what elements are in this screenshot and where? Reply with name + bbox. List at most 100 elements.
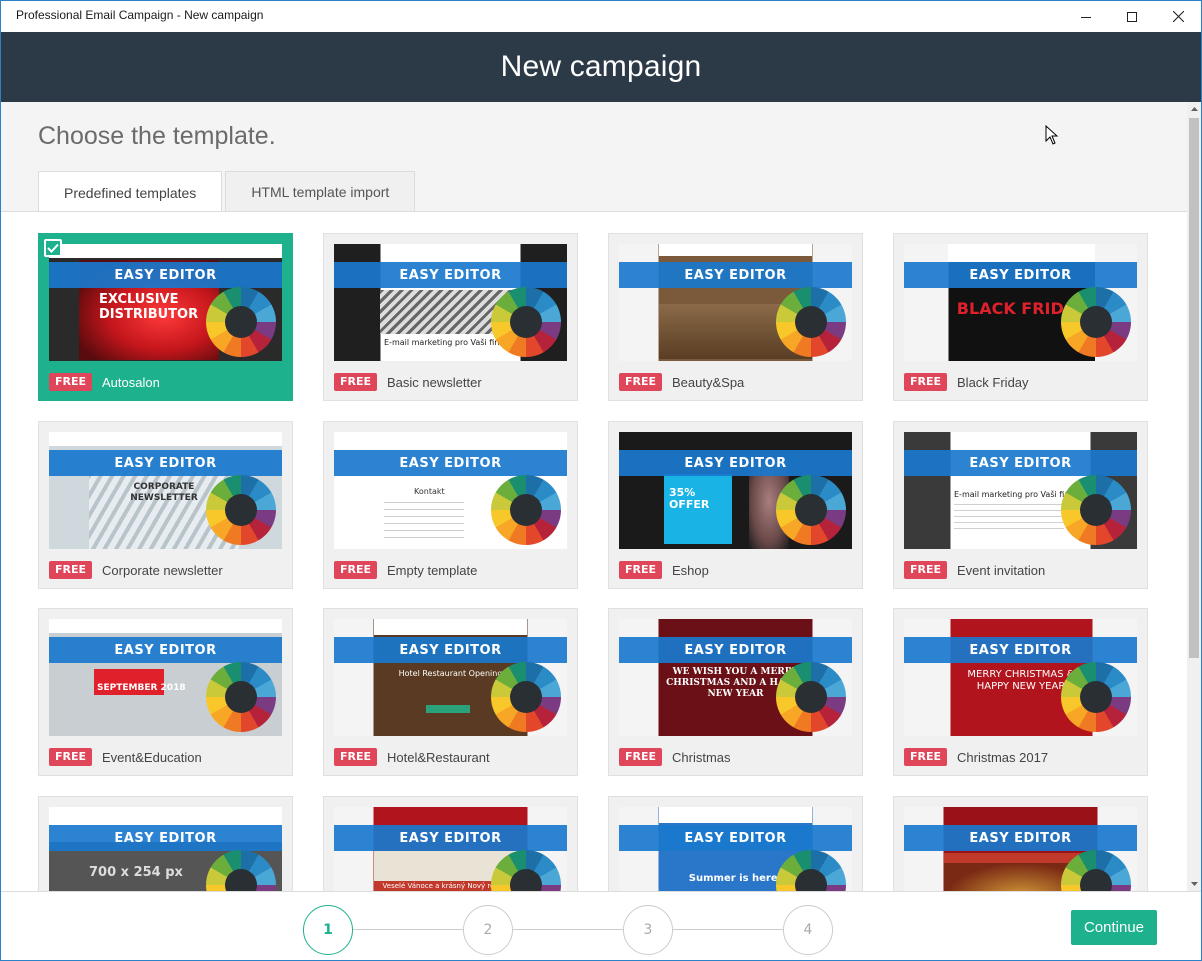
color-wheel-icon: [776, 662, 846, 732]
app-window: Professional Email Campaign - New campai…: [0, 0, 1202, 961]
template-name: Basic newsletter: [387, 374, 482, 390]
step-3[interactable]: 3: [623, 905, 673, 955]
title-bar[interactable]: Professional Email Campaign - New campai…: [1, 1, 1201, 32]
maximize-button[interactable]: [1109, 1, 1155, 32]
template-thumbnail: Summer is here! EASY EDITOR: [619, 807, 852, 891]
easy-editor-band: EASY EDITOR: [49, 450, 282, 476]
template-name: Black Friday: [957, 374, 1029, 390]
template-card-event-education[interactable]: SEPTEMBER 2018 EASY EDITOR FREE Event&Ed…: [38, 608, 293, 776]
template-thumbnail: WE WISH YOU A MERRY CHRISTMAS AND A HAPP…: [619, 619, 852, 736]
template-thumbnail: BLACK FRIDAY EASY EDITOR: [904, 244, 1137, 361]
template-card-corporate-newsletter[interactable]: CORPORATE NEWSLETTER EASY EDITOR FREE Co…: [38, 421, 293, 589]
step-4[interactable]: 4: [783, 905, 833, 955]
template-card[interactable]: 700 x 254 px EASY EDITOR: [38, 796, 293, 891]
minimize-button[interactable]: [1063, 1, 1109, 32]
scroll-down-arrow-icon[interactable]: [1187, 877, 1201, 891]
color-wheel-icon: [1061, 475, 1131, 545]
free-badge: FREE: [49, 748, 93, 766]
easy-editor-band: EASY EDITOR: [904, 450, 1137, 476]
template-card-christmas[interactable]: WE WISH YOU A MERRY CHRISTMAS AND A HAPP…: [608, 608, 863, 776]
color-wheel-icon: [206, 475, 276, 545]
free-badge: FREE: [49, 561, 93, 579]
easy-editor-band: EASY EDITOR: [619, 825, 852, 851]
step-connector: [513, 929, 623, 930]
template-card-eshop[interactable]: 35% OFFER EASY EDITOR FREE Eshop: [608, 421, 863, 589]
template-name: Corporate newsletter: [102, 562, 223, 578]
template-card-autosalon[interactable]: EXCLUSIVE DISTRIBUTOR EASY EDITOR FREE A…: [38, 233, 293, 401]
thumb-text: 700 x 254 px: [89, 865, 183, 880]
color-wheel-icon: [491, 287, 561, 357]
mouse-pointer-icon: [1045, 125, 1059, 145]
template-card-hotel-restaurant[interactable]: Hotel Restaurant Opening EASY EDITOR FRE…: [323, 608, 578, 776]
step-1[interactable]: 1: [303, 905, 353, 955]
thumb-text: CORPORATE NEWSLETTER: [130, 482, 198, 503]
template-name: Christmas: [672, 749, 731, 765]
vertical-scrollbar[interactable]: [1187, 102, 1201, 891]
easy-editor-band: EASY EDITOR: [334, 450, 567, 476]
page-title: New campaign: [500, 50, 702, 83]
template-card-black-friday[interactable]: BLACK FRIDAY EASY EDITOR FREE Black Frid…: [893, 233, 1148, 401]
template-tabs: Predefined templates HTML template impor…: [38, 171, 416, 213]
easy-editor-band: EASY EDITOR: [619, 262, 852, 288]
free-badge: FREE: [619, 561, 663, 579]
template-name: Beauty&Spa: [672, 374, 745, 390]
template-thumbnail: E-mail marketing pro Vaši firmu EASY EDI…: [904, 432, 1137, 549]
template-name: Eshop: [672, 562, 709, 578]
template-thumbnail: EASY EDITOR: [619, 244, 852, 361]
template-thumbnail: CORPORATE NEWSLETTER EASY EDITOR: [49, 432, 282, 549]
scrollbar-thumb[interactable]: [1189, 118, 1199, 658]
template-card-event-invitation[interactable]: E-mail marketing pro Vaši firmu EASY EDI…: [893, 421, 1148, 589]
free-badge: FREE: [619, 748, 663, 766]
easy-editor-band: EASY EDITOR: [334, 825, 567, 851]
template-card-empty-template[interactable]: Kontakt EASY EDITOR FREE Empty template: [323, 421, 578, 589]
template-grid: EXCLUSIVE DISTRIBUTOR EASY EDITOR FREE A…: [1, 211, 1187, 891]
free-badge: FREE: [904, 373, 948, 391]
template-card-beauty-spa[interactable]: EASY EDITOR FREE Beauty&Spa: [608, 233, 863, 401]
close-button[interactable]: [1155, 1, 1201, 32]
color-wheel-icon: [1061, 662, 1131, 732]
free-badge: FREE: [904, 748, 948, 766]
template-name: Christmas 2017: [957, 749, 1049, 765]
maximize-icon: [1127, 11, 1137, 22]
free-badge: FREE: [334, 561, 378, 579]
easy-editor-band: EASY EDITOR: [334, 262, 567, 288]
thumb-text: 35% OFFER: [669, 486, 710, 511]
main-content: Choose the template. Predefined template…: [1, 102, 1187, 891]
template-thumbnail: MERRY CHRISTMAS & HAPPY NEW YEAR EASY ED…: [904, 619, 1137, 736]
selected-check-icon: [44, 239, 62, 257]
color-wheel-icon: [491, 662, 561, 732]
template-card-christmas-2017[interactable]: MERRY CHRISTMAS & HAPPY NEW YEAR EASY ED…: [893, 608, 1148, 776]
step-connector: [673, 929, 783, 930]
thumb-text: E-mail marketing pro Vaši firmu: [384, 338, 511, 347]
template-name: Event&Education: [102, 749, 202, 765]
step-connector: [353, 929, 463, 930]
color-wheel-icon: [776, 287, 846, 357]
template-card[interactable]: Summer is here! EASY EDITOR: [608, 796, 863, 891]
free-badge: FREE: [619, 373, 663, 391]
close-icon: [1172, 11, 1184, 22]
free-badge: FREE: [49, 373, 93, 391]
template-thumbnail: 35% OFFER EASY EDITOR: [619, 432, 852, 549]
free-badge: FREE: [904, 561, 948, 579]
easy-editor-band: EASY EDITOR: [619, 450, 852, 476]
tab-predefined-templates[interactable]: Predefined templates: [38, 171, 223, 213]
continue-button[interactable]: Continue: [1071, 910, 1157, 945]
template-name: Hotel&Restaurant: [387, 749, 490, 765]
easy-editor-band: EASY EDITOR: [904, 262, 1137, 288]
template-thumbnail: SEPTEMBER 2018 EASY EDITOR: [49, 619, 282, 736]
template-card-basic-newsletter[interactable]: E-mail marketing pro Vaši firmu EASY EDI…: [323, 233, 578, 401]
template-card[interactable]: Veselé Vánoce a krásný Nový rok 2018 EAS…: [323, 796, 578, 891]
template-thumbnail: Kontakt EASY EDITOR: [334, 432, 567, 549]
template-card[interactable]: EASY EDITOR: [893, 796, 1148, 891]
template-thumbnail: Hotel Restaurant Opening EASY EDITOR: [334, 619, 567, 736]
step-2[interactable]: 2: [463, 905, 513, 955]
color-wheel-icon: [776, 475, 846, 545]
easy-editor-band: EASY EDITOR: [49, 637, 282, 663]
tab-html-template-import[interactable]: HTML template import: [225, 171, 416, 212]
template-thumbnail: Veselé Vánoce a krásný Nový rok 2018 EAS…: [334, 807, 567, 891]
template-thumbnail: 700 x 254 px EASY EDITOR: [49, 807, 282, 891]
thumb-text: Kontakt: [414, 487, 445, 496]
scroll-up-arrow-icon[interactable]: [1187, 102, 1201, 116]
easy-editor-band: EASY EDITOR: [49, 825, 282, 851]
page-header: New campaign: [1, 32, 1201, 102]
